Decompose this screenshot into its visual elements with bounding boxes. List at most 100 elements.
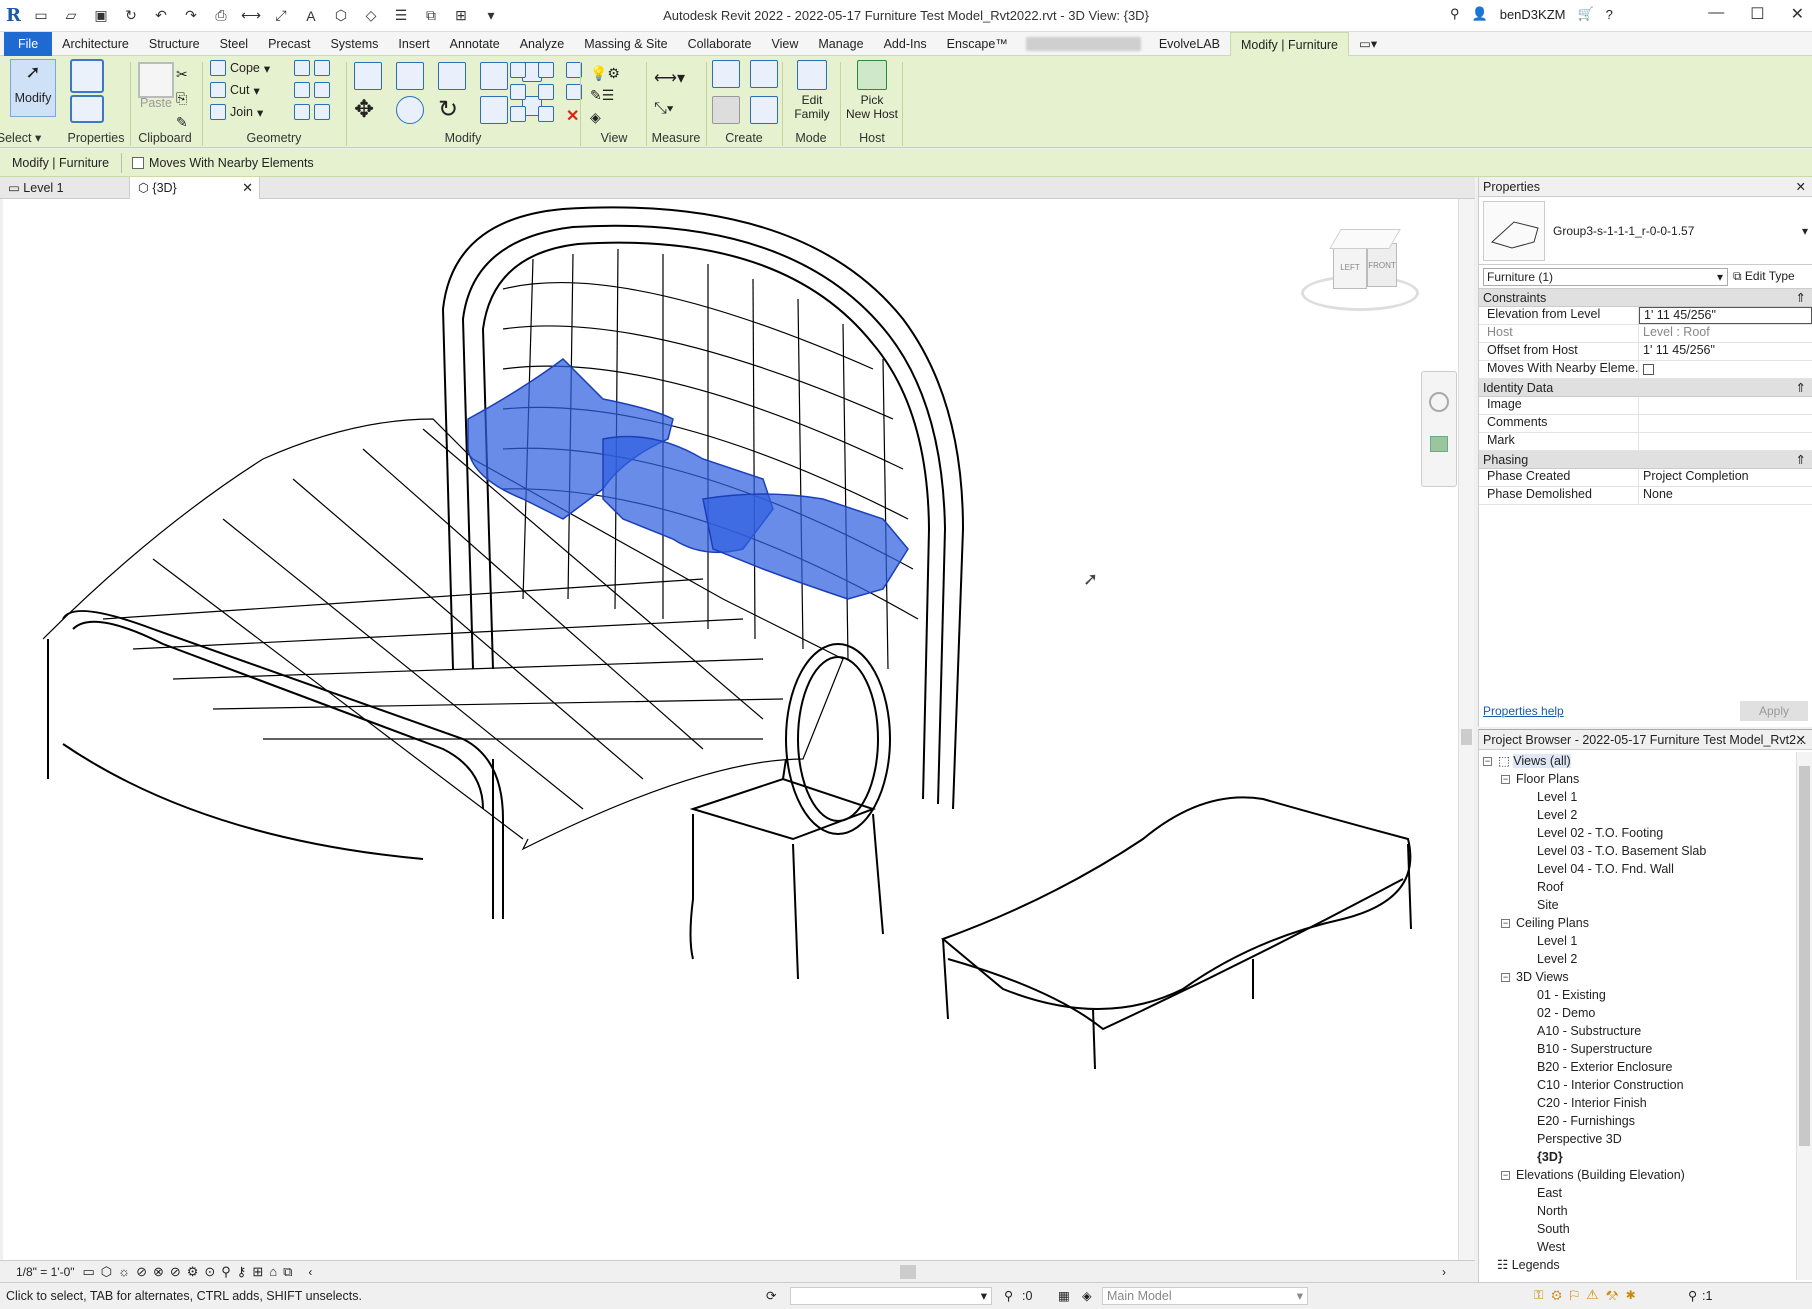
properties-button[interactable] bbox=[68, 59, 106, 131]
selected-pillows[interactable] bbox=[467, 358, 909, 600]
user-name[interactable]: benD3KZM bbox=[1500, 7, 1566, 22]
tree-item[interactable]: A10 - Substructure bbox=[1483, 1022, 1794, 1040]
viewcube-left-face[interactable]: LEFT bbox=[1333, 247, 1367, 289]
create-similar-icon[interactable] bbox=[750, 96, 778, 124]
tree-item[interactable]: West bbox=[1483, 1238, 1794, 1256]
section-phasing[interactable]: Phasing ⇑ bbox=[1479, 451, 1812, 469]
horizontal-scroll-thumb[interactable] bbox=[900, 1265, 916, 1279]
tab-evolvelab[interactable]: EvolveLAB bbox=[1149, 32, 1230, 56]
tree-item[interactable]: North bbox=[1483, 1202, 1794, 1220]
section-identity[interactable]: Identity Data ⇑ bbox=[1479, 379, 1812, 397]
rotate-icon[interactable]: ↻ bbox=[438, 96, 474, 124]
offset-input[interactable]: 1' 11 45/256" bbox=[1639, 343, 1812, 360]
tab-enscape[interactable]: Enscape™ bbox=[937, 32, 1018, 56]
instance-dropdown[interactable]: Furniture (1) ▾ bbox=[1483, 268, 1728, 286]
viewcube-front-face[interactable]: FRONT bbox=[1367, 243, 1397, 287]
tree-node-views[interactable]: − ⬚ Views (all) bbox=[1483, 752, 1794, 770]
cut-button[interactable]: Cut ▾ bbox=[210, 82, 260, 98]
create-group-icon[interactable] bbox=[712, 60, 740, 88]
wall-joins-icon[interactable] bbox=[294, 60, 330, 76]
moves-with-nearby-checkbox[interactable] bbox=[132, 156, 145, 169]
selection-options-icons[interactable]: ⚿⚙⚐⚠⚒✱ bbox=[1534, 1288, 1643, 1303]
view-tools-icons[interactable]: 💡⚙ ✎☰ ◈ bbox=[590, 62, 620, 128]
tab-systems[interactable]: Systems bbox=[320, 32, 388, 56]
steering-wheel-icon[interactable] bbox=[1429, 392, 1449, 412]
user-icon[interactable]: 👤 bbox=[1472, 6, 1488, 22]
scroll-thumb[interactable] bbox=[1461, 729, 1472, 745]
tab-modify-furniture[interactable]: Modify | Furniture bbox=[1229, 31, 1350, 56]
tree-node-3d-views[interactable]: −3D Views bbox=[1483, 968, 1794, 986]
section-constraints[interactable]: Constraints ⇑ bbox=[1479, 289, 1812, 307]
filter-icon[interactable]: ⚲ bbox=[1004, 1288, 1013, 1303]
tab-insert[interactable]: Insert bbox=[388, 32, 439, 56]
chair[interactable] bbox=[689, 643, 891, 980]
tree-item[interactable]: B10 - Superstructure bbox=[1483, 1040, 1794, 1058]
maximize-icon[interactable]: ☐ bbox=[1750, 4, 1764, 24]
create-assembly-icon[interactable] bbox=[750, 60, 778, 88]
tree-item[interactable]: Site bbox=[1483, 896, 1794, 914]
paint-icon[interactable] bbox=[294, 104, 330, 120]
worksharing-icon[interactable]: ⟳ bbox=[766, 1288, 776, 1303]
close-icon[interactable]: ✕ bbox=[1796, 177, 1806, 197]
tree-item[interactable]: East bbox=[1483, 1184, 1794, 1202]
split-icon[interactable] bbox=[510, 62, 526, 78]
create-parts-icon[interactable] bbox=[712, 96, 740, 124]
cut-copy-icons[interactable]: ✂ ⎘ ✎ bbox=[176, 62, 188, 134]
workset-dropdown[interactable]: ▾ bbox=[790, 1287, 992, 1305]
apply-button[interactable]: Apply bbox=[1740, 701, 1808, 721]
properties-help-link[interactable]: Properties help bbox=[1483, 704, 1564, 718]
filter-selection-icon[interactable]: ⚲ bbox=[1688, 1288, 1697, 1303]
scale-icon[interactable] bbox=[510, 84, 526, 100]
tab-massing-site[interactable]: Massing & Site bbox=[574, 32, 677, 56]
tree-item[interactable]: C10 - Interior Construction bbox=[1483, 1076, 1794, 1094]
bed-footboard[interactable] bbox=[47, 610, 504, 919]
cart-icon[interactable]: 🛒 bbox=[1577, 6, 1593, 22]
tree-item[interactable]: 02 - Demo bbox=[1483, 1004, 1794, 1022]
ribbon-toggle-icon[interactable]: ▭▾ bbox=[1349, 32, 1387, 56]
elevation-input[interactable]: 1' 11 45/256" bbox=[1639, 307, 1812, 324]
join-button[interactable]: Join ▾ bbox=[210, 104, 263, 120]
cope-button[interactable]: Cope ▾ bbox=[210, 60, 270, 76]
close-tab-icon[interactable]: ✕ bbox=[242, 177, 253, 199]
tree-node-elevations[interactable]: − Elevations (Building Elevation) bbox=[1483, 1166, 1794, 1184]
tab-3d[interactable]: ⬡ {3D} ✕ bbox=[130, 177, 260, 199]
tree-item[interactable]: B20 - Exterior Enclosure bbox=[1483, 1058, 1794, 1076]
tree-item[interactable]: Level 03 - T.O. Basement Slab bbox=[1483, 842, 1794, 860]
trim-icon[interactable] bbox=[510, 106, 526, 122]
bench[interactable] bbox=[941, 796, 1412, 1070]
tree-node-ceiling-plans[interactable]: − Ceiling Plans bbox=[1483, 914, 1794, 932]
tab-analyze[interactable]: Analyze bbox=[510, 32, 574, 56]
vertical-scrollbar[interactable] bbox=[1458, 199, 1474, 1260]
tree-node-legends[interactable]: ☷ Legends bbox=[1483, 1256, 1794, 1274]
tab-collaborate[interactable]: Collaborate bbox=[678, 32, 762, 56]
tab-structure[interactable]: Structure bbox=[139, 32, 210, 56]
align-icon[interactable] bbox=[354, 62, 382, 90]
tab-level-1[interactable]: ▭ Level 1 bbox=[0, 177, 130, 199]
mirror-axis-icon[interactable] bbox=[438, 62, 466, 90]
copy-icon[interactable] bbox=[396, 96, 424, 124]
help-icon[interactable]: ? bbox=[1606, 7, 1613, 22]
offset-icon[interactable] bbox=[396, 62, 424, 90]
tree-item[interactable]: Level 1 bbox=[1483, 932, 1794, 950]
scroll-right-icon[interactable]: › bbox=[1442, 1265, 1446, 1279]
tree-item[interactable]: Level 1 bbox=[1483, 788, 1794, 806]
design-options-icon[interactable]: ◈ bbox=[1082, 1288, 1092, 1303]
split-face-icon[interactable] bbox=[294, 82, 330, 98]
type-selector[interactable]: Group3-s-1-1-1_r-0-0-1.57 ▾ bbox=[1479, 197, 1812, 265]
tab-manage[interactable]: Manage bbox=[808, 32, 873, 56]
zoom-icon[interactable] bbox=[1430, 436, 1448, 452]
tab-view[interactable]: View bbox=[762, 32, 809, 56]
editable-only-icon[interactable]: ▦ bbox=[1058, 1288, 1070, 1303]
scroll-left-icon[interactable]: ‹ bbox=[308, 1265, 312, 1279]
viewcube-top-face[interactable] bbox=[1329, 229, 1401, 249]
type-dropdown-icon[interactable]: ▾ bbox=[1802, 224, 1808, 238]
tab-steel[interactable]: Steel bbox=[210, 32, 259, 56]
tab-annotate[interactable]: Annotate bbox=[440, 32, 510, 56]
scale-selector[interactable]: 1/8" = 1'-0" bbox=[0, 1265, 83, 1279]
measure-tools-icon[interactable]: ⟷▾ ⤡▾ bbox=[654, 64, 685, 124]
tab-architecture[interactable]: Architecture bbox=[52, 32, 139, 56]
array-grid-icon[interactable] bbox=[538, 84, 554, 100]
design-option-dropdown[interactable]: Main Model ▾ bbox=[1102, 1287, 1308, 1305]
close-icon[interactable]: ✕ bbox=[1791, 4, 1804, 24]
minimize-icon[interactable]: — bbox=[1708, 4, 1724, 24]
